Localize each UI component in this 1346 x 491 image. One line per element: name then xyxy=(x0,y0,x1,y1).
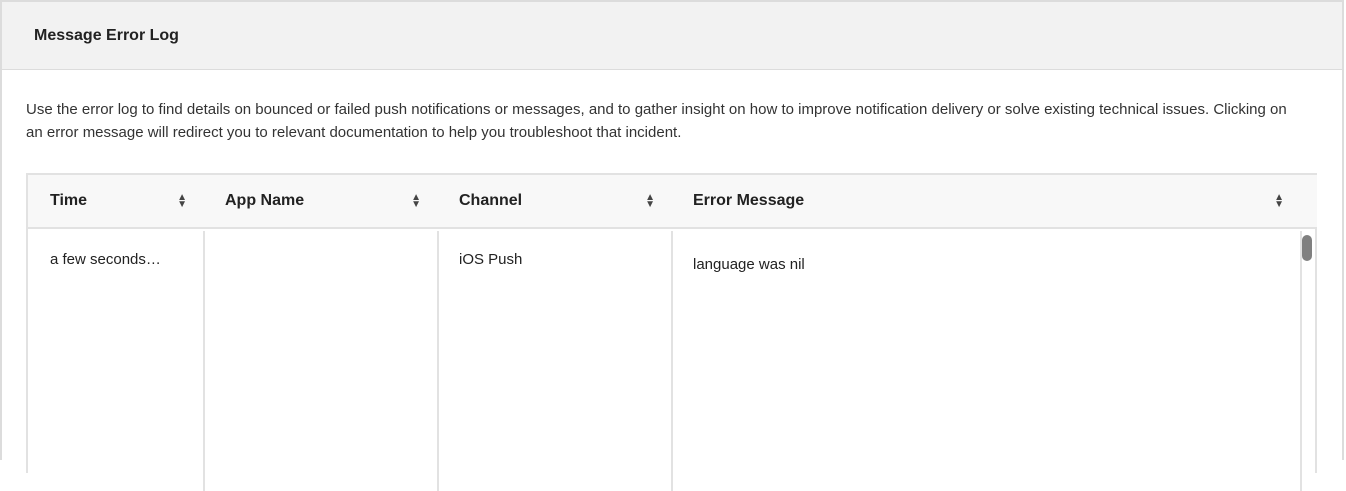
panel-description: Use the error log to find details on bou… xyxy=(26,101,1287,141)
sort-icon[interactable]: ▲ ▼ xyxy=(177,193,187,210)
panel-title: Message Error Log xyxy=(2,2,1342,70)
column-header-error-message[interactable]: Error Message ▲ ▼ xyxy=(671,175,1302,229)
cell-error-message[interactable]: language was nil xyxy=(671,231,1302,491)
sort-icon[interactable]: ▲ ▼ xyxy=(1274,193,1284,210)
cell-time: a few seconds… xyxy=(28,231,205,491)
cell-channel: iOS Push xyxy=(437,231,673,491)
column-header-time[interactable]: Time ▲ ▼ xyxy=(28,175,205,229)
cell-app-name xyxy=(203,231,439,491)
error-log-table: Time ▲ ▼ App Name ▲ ▼ Channel ▲ ▼ Error Messag… xyxy=(26,173,1317,491)
sort-icon[interactable]: ▲ ▼ xyxy=(411,193,421,210)
sort-icon[interactable]: ▲ ▼ xyxy=(645,193,655,210)
column-header-app-name[interactable]: App Name ▲ ▼ xyxy=(203,175,439,229)
column-header-channel[interactable]: Channel ▲ ▼ xyxy=(437,175,673,229)
scrollbar-header xyxy=(1300,175,1317,229)
scrollbar-thumb[interactable] xyxy=(1302,235,1312,261)
